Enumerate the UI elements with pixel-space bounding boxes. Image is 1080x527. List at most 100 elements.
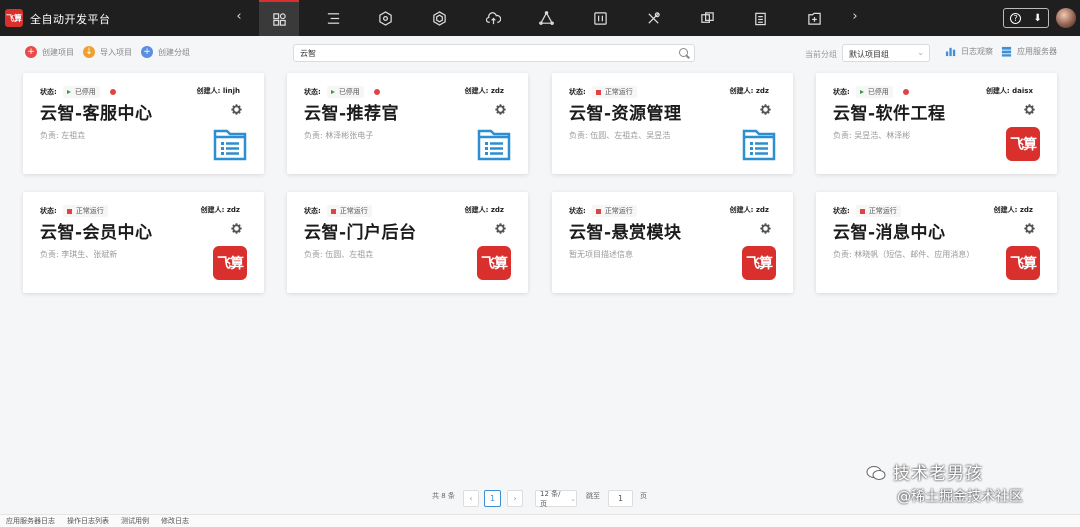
- gear-icon[interactable]: [759, 103, 772, 116]
- feisuan-logo: 飞算: [477, 246, 511, 280]
- page-size-value: 12 条/页: [540, 489, 561, 508]
- footer-link[interactable]: 修改日志: [161, 516, 189, 526]
- card-creator: 创建人: zdz: [729, 87, 769, 95]
- status-label: 状态:: [569, 88, 586, 96]
- app-server-link[interactable]: 应用服务器: [1001, 46, 1057, 57]
- download-circle-icon: ↓: [83, 46, 95, 58]
- card-creator: 创建人: daisx: [985, 87, 1033, 95]
- import-project-button[interactable]: ↓ 导入项目: [83, 46, 132, 58]
- watermark-author: 技术老男孩: [893, 464, 983, 484]
- log-monitor-link[interactable]: 日志观察: [945, 46, 993, 57]
- footer-link[interactable]: 操作日志列表: [67, 516, 109, 526]
- card-title[interactable]: 云智-门户后台: [304, 218, 417, 243]
- status-badge: 已停用: [326, 86, 364, 98]
- group-label: 当前分组: [805, 50, 837, 59]
- gear-icon[interactable]: [494, 103, 507, 116]
- copy-icon[interactable]: [687, 0, 727, 36]
- warning-icon: [373, 89, 380, 95]
- stopped-status-icon: [330, 90, 335, 94]
- project-card[interactable]: 状态: 正常运行 创建人: zdz 云智-消息中心 负责: 林晓帆（短信、邮件、应用消息…: [816, 192, 1057, 293]
- status-badge: 正常运行: [591, 86, 637, 98]
- plus-icon: +: [25, 46, 37, 58]
- project-card[interactable]: 状态: 正常运行 创建人: zdz 云智-会员中心 负责: 李琪生、张斌新 飞算: [23, 192, 264, 293]
- status-label: 状态:: [833, 207, 850, 215]
- status-text: 正常运行: [339, 207, 368, 215]
- app-logo[interactable]: 飞算: [5, 9, 23, 27]
- status-badge: 正常运行: [591, 205, 637, 217]
- project-card[interactable]: 状态: 正常运行 创建人: zdz 云智-资源管理 负责: 伍圆、左祖垚、吴昱浩: [552, 73, 793, 174]
- goto-label: 跳至: [586, 492, 600, 500]
- wechat-icon: [866, 466, 886, 480]
- page-size-select[interactable]: 12 条/页 ⌄: [535, 489, 577, 508]
- card-status: 状态: 正常运行: [40, 205, 108, 217]
- page-number-current[interactable]: 1: [484, 490, 501, 507]
- card-status: 状态: 已停用: [304, 86, 380, 98]
- download-icon[interactable]: ⬇: [1033, 13, 1041, 24]
- project-card[interactable]: 状态: 正常运行 创建人: zdz 云智-悬赏模块 暂无项目描述信息 飞算: [552, 192, 793, 293]
- gear-icon[interactable]: [1023, 222, 1036, 235]
- status-badge: 已停用: [855, 86, 893, 98]
- gear-icon[interactable]: [759, 222, 772, 235]
- page-next-button[interactable]: ›: [507, 490, 523, 507]
- stopped-status-icon: [66, 90, 71, 94]
- warning-icon: [902, 89, 909, 95]
- footer-link[interactable]: 测试用例: [121, 516, 149, 526]
- card-title[interactable]: 云智-悬赏模块: [569, 218, 682, 243]
- tools-icon[interactable]: [633, 0, 673, 36]
- document-folder-icon: [213, 129, 247, 161]
- project-card[interactable]: 状态: 已停用 创建人: daisx 云智-软件工程 负责: 吴昱浩、林泽彬 飞算: [816, 73, 1057, 174]
- status-text: 正常运行: [75, 207, 104, 215]
- goto-page-input[interactable]: 1: [608, 490, 633, 507]
- top-nav-bar: 飞算 全自动开发平台 ‹ › ? ⬇: [0, 0, 1080, 36]
- cloud-upload-icon[interactable]: [473, 0, 513, 36]
- list-icon[interactable]: [313, 0, 353, 36]
- card-title[interactable]: 云智-软件工程: [833, 99, 946, 124]
- help-icon[interactable]: ?: [1010, 12, 1022, 24]
- card-title[interactable]: 云智-资源管理: [569, 99, 682, 124]
- status-badge: 已停用: [62, 86, 100, 98]
- card-title[interactable]: 云智-会员中心: [40, 218, 153, 243]
- dashboard-icon[interactable]: [259, 0, 299, 36]
- search-input[interactable]: [294, 48, 674, 58]
- status-text: 已停用: [338, 88, 360, 96]
- gear-icon[interactable]: [1023, 103, 1036, 116]
- clipboard-icon[interactable]: [740, 0, 780, 36]
- card-status: 状态: 正常运行: [569, 205, 637, 217]
- nav-next-arrow[interactable]: ›: [848, 9, 862, 24]
- card-title[interactable]: 云智-推荐官: [304, 99, 399, 124]
- gear-icon[interactable]: [230, 222, 243, 235]
- page-prev-button[interactable]: ‹: [463, 490, 479, 507]
- project-card[interactable]: 状态: 已停用 创建人: linjh 云智-客服中心 负责: 左祖垚: [23, 73, 264, 174]
- running-status-icon: [595, 89, 601, 95]
- server-icon: [1001, 46, 1012, 57]
- group-select[interactable]: 默认项目组 ⌄: [842, 44, 930, 62]
- plus-folder-icon[interactable]: [794, 0, 834, 36]
- sliders-icon[interactable]: [580, 0, 620, 36]
- plus-icon: +: [141, 46, 153, 58]
- card-description: 负责: 吴昱浩、林泽彬: [833, 131, 911, 140]
- feisuan-logo: 飞算: [742, 246, 776, 280]
- app-server-label: 应用服务器: [1017, 47, 1057, 56]
- card-title[interactable]: 云智-消息中心: [833, 218, 946, 243]
- create-project-button[interactable]: + 创建项目: [25, 46, 74, 58]
- create-group-button[interactable]: + 创建分组: [141, 46, 190, 58]
- card-title[interactable]: 云智-客服中心: [40, 99, 153, 124]
- help-download-group: ? ⬇: [1003, 8, 1049, 28]
- hexagon-icon[interactable]: [365, 0, 405, 36]
- gear-hex-icon[interactable]: [419, 0, 459, 36]
- gear-icon[interactable]: [230, 103, 243, 116]
- status-text: 已停用: [867, 88, 889, 96]
- card-description: 负责: 林晓帆（短信、邮件、应用消息）: [833, 250, 975, 259]
- project-card[interactable]: 状态: 已停用 创建人: zdz 云智-推荐官 负责: 林泽彬张电子: [287, 73, 528, 174]
- user-avatar[interactable]: [1056, 8, 1076, 28]
- running-status-icon: [859, 208, 865, 214]
- nav-prev-arrow[interactable]: ‹: [232, 9, 246, 24]
- project-card[interactable]: 状态: 正常运行 创建人: zdz 云智-门户后台 负责: 伍圆、左祖垚 飞算: [287, 192, 528, 293]
- card-creator: 创建人: zdz: [200, 206, 240, 214]
- status-badge: 正常运行: [326, 205, 372, 217]
- gear-icon[interactable]: [494, 222, 507, 235]
- search-icon[interactable]: [679, 48, 688, 57]
- network-icon[interactable]: [526, 0, 566, 36]
- footer-link[interactable]: 应用服务器日志: [6, 516, 55, 526]
- warning-icon: [109, 89, 116, 95]
